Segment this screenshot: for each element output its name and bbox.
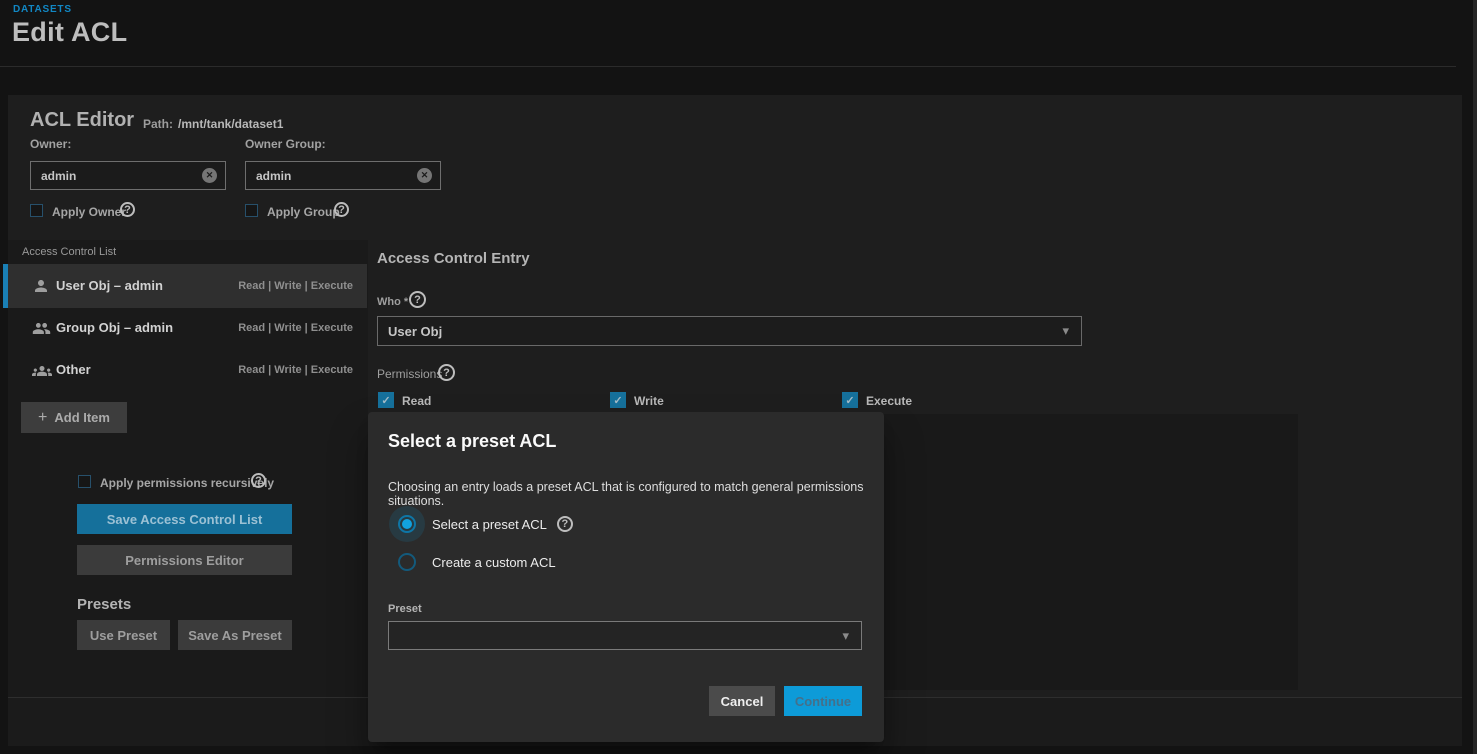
owner-input[interactable]: admin ✕ [30, 161, 226, 190]
permissions-label: Permissions [377, 367, 442, 381]
apply-group-label: Apply Group [267, 205, 340, 219]
use-preset-button[interactable]: Use Preset [77, 620, 170, 650]
radio-dot [402, 519, 412, 529]
add-item-button[interactable]: + Add Item [21, 402, 127, 433]
read-label: Read [402, 394, 431, 408]
save-acl-button[interactable]: Save Access Control List [77, 504, 292, 534]
select-preset-acl-dialog: Select a preset ACL Choosing an entry lo… [368, 412, 884, 742]
apply-recursive-checkbox[interactable] [78, 475, 91, 488]
execute-checkbox[interactable]: ✓ [842, 392, 858, 408]
acl-item-perms: Read | Write | Execute [238, 322, 353, 334]
preset-acl-help-icon[interactable]: ? [557, 516, 573, 532]
add-item-label: Add Item [54, 410, 110, 425]
acl-item-perms: Read | Write | Execute [238, 280, 353, 292]
apply-owner-checkbox[interactable] [30, 204, 43, 217]
preset-acl-radio[interactable] [398, 515, 416, 533]
chevron-down-icon: ▾ [842, 628, 849, 644]
custom-acl-radio-label: Create a custom ACL [432, 555, 556, 570]
acl-item-perms: Read | Write | Execute [238, 364, 353, 376]
preset-label: Preset [388, 603, 422, 615]
acl-list-item-user-obj[interactable]: User Obj – admin Read | Write | Execute [3, 264, 367, 308]
apply-owner-help-icon[interactable]: ? [120, 202, 135, 217]
owner-input-value: admin [41, 169, 202, 183]
preset-select[interactable]: ▾ [388, 621, 862, 650]
chevron-down-icon: ▾ [1062, 323, 1069, 339]
ace-title: Access Control Entry [377, 250, 530, 267]
person-icon [32, 277, 50, 300]
acl-list-item-group-obj[interactable]: Group Obj – admin Read | Write | Execute [3, 306, 367, 350]
path-label: Path: [143, 117, 173, 131]
acl-editor-title: ACL Editor [30, 109, 134, 132]
dataset-path: Path: /mnt/tank/dataset1 [143, 117, 283, 131]
path-value: /mnt/tank/dataset1 [178, 117, 283, 131]
acl-item-name: User Obj – admin [56, 278, 163, 293]
acl-item-name: Group Obj – admin [56, 320, 173, 335]
clear-owner-icon[interactable]: ✕ [202, 168, 217, 183]
owner-label: Owner: [30, 137, 71, 151]
presets-title: Presets [77, 596, 131, 613]
breadcrumb[interactable]: DATASETS [13, 4, 72, 15]
apply-recursive-label: Apply permissions recursively [100, 476, 274, 490]
acl-list-item-other[interactable]: Other Read | Write | Execute [3, 348, 367, 392]
who-label: Who * [377, 296, 408, 308]
radio-halo [389, 506, 425, 542]
radio-row-preset: Select a preset ACL ? [389, 506, 573, 542]
radio-halo [389, 544, 425, 580]
plus-icon: + [38, 409, 47, 427]
dialog-title: Select a preset ACL [388, 431, 556, 452]
page-title: Edit ACL [12, 17, 127, 48]
who-help-icon[interactable]: ? [409, 291, 426, 308]
owner-group-input[interactable]: admin ✕ [245, 161, 441, 190]
preset-acl-radio-label: Select a preset ACL [432, 517, 547, 532]
owner-group-label: Owner Group: [245, 137, 326, 151]
groups-icon [32, 361, 52, 386]
save-as-preset-button[interactable]: Save As Preset [178, 620, 292, 650]
cancel-button[interactable]: Cancel [709, 686, 775, 716]
execute-label: Execute [866, 394, 912, 408]
owner-group-input-value: admin [256, 169, 417, 183]
apply-group-checkbox[interactable] [245, 204, 258, 217]
header-divider [0, 66, 1456, 67]
acl-list-title: Access Control List [22, 246, 116, 258]
acl-item-name: Other [56, 362, 91, 377]
apply-recursive-help-icon[interactable]: ? [251, 473, 266, 488]
read-checkbox[interactable]: ✓ [378, 392, 394, 408]
custom-acl-radio[interactable] [398, 553, 416, 571]
apply-group-help-icon[interactable]: ? [334, 202, 349, 217]
people-icon [32, 319, 51, 343]
radio-row-custom: Create a custom ACL [389, 544, 556, 580]
write-checkbox[interactable]: ✓ [610, 392, 626, 408]
clear-owner-group-icon[interactable]: ✕ [417, 168, 432, 183]
who-select-value: User Obj [388, 324, 1062, 339]
scrollbar[interactable] [1473, 0, 1477, 754]
dialog-description: Choosing an entry loads a preset ACL tha… [388, 480, 884, 508]
permissions-help-icon[interactable]: ? [438, 364, 455, 381]
edit-acl-page: DATASETS Edit ACL ACL Editor Path: /mnt/t… [0, 0, 1477, 754]
apply-owner-label: Apply Owner [52, 205, 126, 219]
write-label: Write [634, 394, 664, 408]
who-select[interactable]: User Obj ▾ [377, 316, 1082, 346]
continue-button[interactable]: Continue [784, 686, 862, 716]
permissions-editor-button[interactable]: Permissions Editor [77, 545, 292, 575]
